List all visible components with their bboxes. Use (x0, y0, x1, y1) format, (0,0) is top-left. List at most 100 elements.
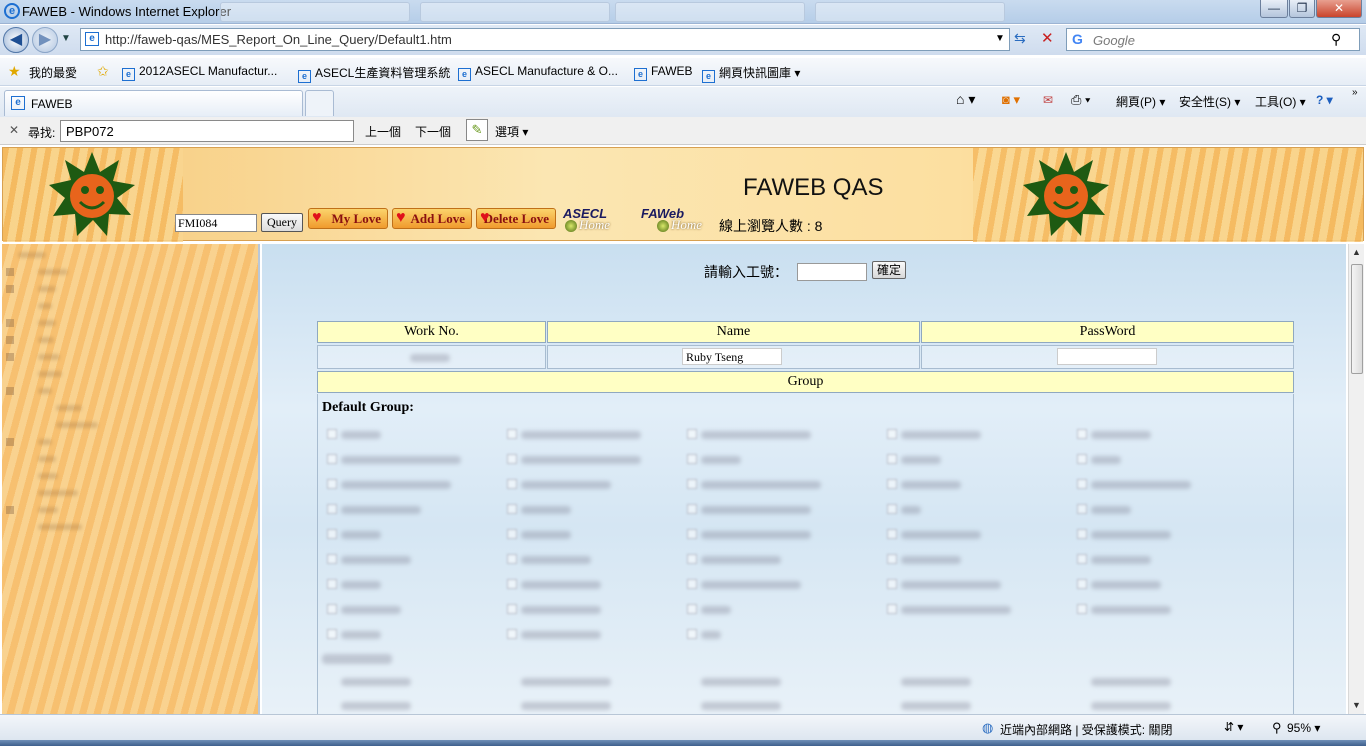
sidebar-item[interactable] (56, 405, 82, 411)
minimize-button[interactable]: — (1260, 0, 1288, 18)
zoom-level[interactable]: 95% ▾ (1287, 721, 1320, 735)
group-checkbox-item[interactable] (327, 578, 387, 590)
group-checkbox-item[interactable] (887, 603, 1017, 615)
employee-id-input[interactable] (797, 263, 867, 281)
group-checkbox-item[interactable] (507, 603, 607, 615)
checkbox[interactable] (507, 579, 517, 589)
query-input[interactable]: FMI084 (175, 214, 257, 232)
stop-icon[interactable]: ✕ (1041, 29, 1054, 47)
group-checkbox-item[interactable] (887, 503, 927, 515)
favorite-link-3[interactable]: e ASECL Manufacture & O... (458, 64, 618, 81)
checkbox[interactable] (327, 629, 337, 639)
sidebar-item[interactable] (38, 439, 52, 445)
group-checkbox-item[interactable] (687, 603, 737, 615)
scroll-down-icon[interactable]: ▼ (1352, 700, 1361, 710)
checkbox[interactable] (1077, 604, 1087, 614)
favorites-star-icon[interactable]: ★ (8, 63, 21, 80)
back-button[interactable]: ◀ (3, 27, 29, 53)
checkbox[interactable] (887, 479, 897, 489)
search-input[interactable]: Google (1093, 33, 1135, 48)
tools-menu[interactable]: 工具(O) ▾ (1255, 93, 1306, 110)
checkbox[interactable] (1077, 429, 1087, 439)
checkbox[interactable] (1077, 454, 1087, 464)
favorite-link-2[interactable]: e ASECL生產資料管理系統 (298, 64, 450, 83)
highlight-icon[interactable]: ✎ (466, 119, 488, 141)
group-checkbox-item[interactable] (327, 453, 467, 465)
vertical-scrollbar[interactable]: ▲ ▼ (1348, 244, 1364, 714)
asecl-home-link[interactable]: ASECL Home (563, 206, 639, 234)
close-find-icon[interactable]: ✕ (9, 123, 19, 137)
group-checkbox-item[interactable] (327, 478, 457, 490)
checkbox[interactable] (687, 529, 697, 539)
checkbox[interactable] (1077, 554, 1087, 564)
checkbox[interactable] (887, 579, 897, 589)
sidebar-item[interactable] (38, 320, 56, 326)
group-checkbox-item[interactable] (887, 578, 1007, 590)
checkbox[interactable] (1077, 479, 1087, 489)
checkbox[interactable] (887, 504, 897, 514)
more-chevron-icon[interactable]: » (1352, 87, 1358, 98)
group-checkbox-item[interactable] (687, 628, 727, 640)
checkbox[interactable] (507, 479, 517, 489)
sidebar-item[interactable] (38, 456, 56, 462)
group-checkbox-item[interactable] (687, 478, 827, 490)
checkbox[interactable] (1077, 529, 1087, 539)
sidebar-item[interactable] (38, 473, 58, 479)
confirm-button[interactable]: 確定 (872, 261, 906, 279)
favorite-link-1[interactable]: e 2012ASECL Manufactur... (122, 64, 277, 81)
checkbox[interactable] (887, 429, 897, 439)
sidebar-item[interactable] (38, 524, 82, 530)
group-checkbox-item[interactable] (887, 528, 987, 540)
group-checkbox-item[interactable] (327, 603, 407, 615)
print-icon[interactable]: ⎙ ▾ (1071, 92, 1090, 108)
checkbox[interactable] (687, 429, 697, 439)
add-favorite-icon[interactable]: ✩ (97, 63, 109, 80)
sidebar-item[interactable] (18, 252, 46, 258)
checkbox[interactable] (887, 529, 897, 539)
sidebar-item[interactable] (38, 371, 62, 377)
compat-view-icon[interactable]: ⇆ (1014, 30, 1026, 47)
checkbox[interactable] (1077, 579, 1087, 589)
group-checkbox-item[interactable] (887, 553, 967, 565)
favorite-link-4[interactable]: e FAWEB (634, 64, 693, 81)
history-dropdown-icon[interactable]: ▼ (61, 33, 71, 44)
search-box[interactable]: G Google ⚲ (1066, 28, 1360, 51)
url-field[interactable]: http://faweb-qas/MES_Report_On_Line_Quer… (105, 32, 452, 47)
group-checkbox-item[interactable] (327, 628, 387, 640)
sidebar-item[interactable] (38, 507, 58, 513)
checkbox[interactable] (327, 454, 337, 464)
sidebar-item[interactable] (38, 388, 52, 394)
checkbox[interactable] (327, 604, 337, 614)
password-input[interactable] (1057, 348, 1157, 365)
group-checkbox-item[interactable] (1077, 578, 1167, 590)
checkbox[interactable] (327, 479, 337, 489)
group-checkbox-item[interactable] (327, 528, 387, 540)
find-input[interactable]: PBP072 (60, 120, 354, 142)
query-button[interactable]: Query (261, 213, 303, 232)
checkbox[interactable] (327, 504, 337, 514)
group-checkbox-item[interactable] (507, 428, 647, 440)
my-love-button[interactable]: ♥ My Love (308, 208, 388, 229)
checkbox[interactable] (327, 554, 337, 564)
group-checkbox-item[interactable] (327, 428, 387, 440)
group-checkbox-item[interactable] (687, 578, 807, 590)
checkbox[interactable] (687, 479, 697, 489)
checkbox[interactable] (687, 554, 697, 564)
forward-button[interactable]: ▶ (32, 27, 58, 53)
checkbox[interactable] (687, 454, 697, 464)
group-checkbox-item[interactable] (507, 628, 607, 640)
faweb-home-link[interactable]: FAWeb Home (641, 206, 717, 234)
checkbox[interactable] (507, 504, 517, 514)
group-checkbox-item[interactable] (327, 553, 417, 565)
group-checkbox-item[interactable] (687, 428, 817, 440)
page-menu[interactable]: 網頁(P) ▾ (1116, 93, 1165, 110)
restore-button[interactable]: ❐ (1289, 0, 1315, 18)
group-checkbox-item[interactable] (687, 528, 817, 540)
checkbox[interactable] (507, 629, 517, 639)
name-input[interactable]: Ruby Tseng (682, 348, 782, 365)
group-checkbox-item[interactable] (1077, 478, 1197, 490)
safety-menu[interactable]: 安全性(S) ▾ (1179, 93, 1240, 110)
sidebar-item[interactable] (38, 337, 54, 343)
group-checkbox-item[interactable] (687, 503, 817, 515)
sidebar-item[interactable] (38, 354, 60, 360)
